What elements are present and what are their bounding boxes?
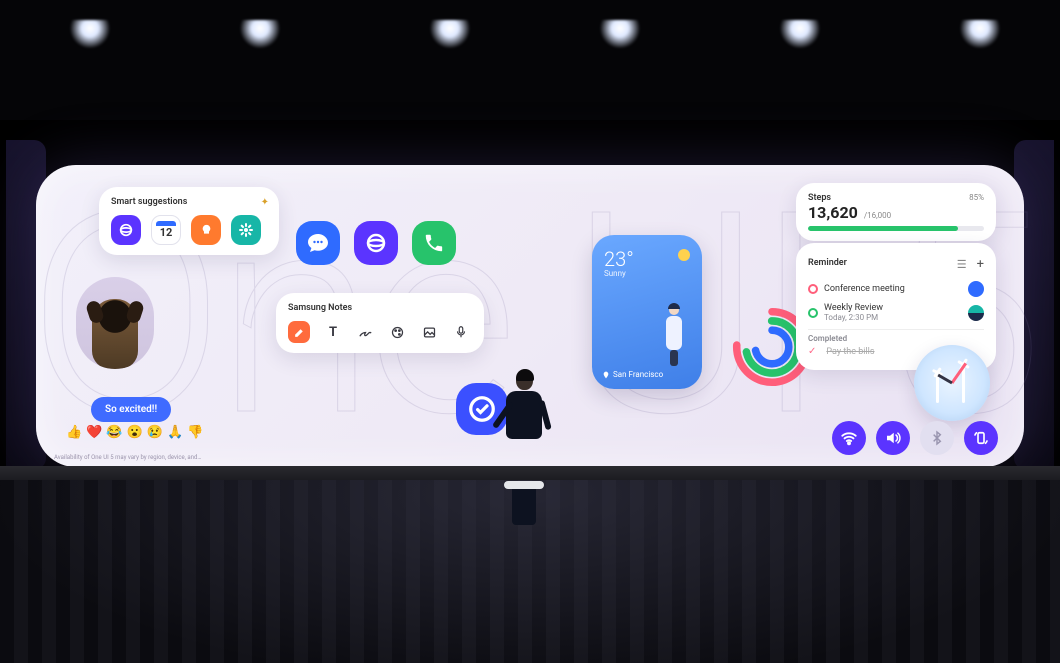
check-icon: ✓ [808,346,816,357]
contact-photo[interactable] [76,277,154,369]
sound-toggle[interactable] [876,421,910,455]
category-dot-icon [968,305,984,321]
quick-settings-row [832,421,998,455]
steps-widget[interactable]: Steps 85% 13,620 /16,000 [796,183,996,241]
sun-icon [678,249,690,261]
clock-hand-hour [937,374,952,385]
pen-tool-icon[interactable] [356,323,374,341]
emoji-wow[interactable]: 😮 [127,425,143,440]
smart-suggestions-widget[interactable]: Smart suggestions ✦ 12 [99,187,279,255]
browser-icon[interactable] [111,215,141,245]
completed-header: Completed [808,334,984,343]
stage-light-icon [960,20,1000,48]
calendar-icon[interactable]: 12 [151,215,181,245]
reminder-item-label: Weekly Review [824,303,883,313]
samsung-notes-title: Samsung Notes [288,303,472,313]
steps-goal: /16,000 [864,211,891,220]
add-reminder-button[interactable]: + [977,257,984,272]
stage-light-icon [70,20,110,48]
reminder-item[interactable]: Weekly Review Today, 2:30 PM [808,300,984,325]
voice-record-icon[interactable] [452,323,470,341]
reminder-item[interactable]: Conference meeting [808,278,984,300]
dog-image [92,299,138,369]
category-dot-icon [968,281,984,297]
stage-light-icon [780,20,820,48]
emoji-sad[interactable]: 😢 [147,425,163,440]
rotate-toggle[interactable] [964,421,998,455]
weather-temperature: 23° [604,247,690,271]
highlighter-tool-icon[interactable] [288,321,310,343]
settings-flower-icon[interactable] [231,215,261,245]
wind-turbine-icon [936,375,939,403]
image-insert-icon[interactable] [420,323,438,341]
disclaimer-text: Availability of One UI 5 may vary by reg… [54,454,201,461]
list-view-icon[interactable]: ☰ [957,258,967,271]
emoji-heart[interactable]: ❤️ [86,425,102,440]
wifi-toggle[interactable] [832,421,866,455]
stage-light-icon [600,20,640,48]
smart-suggestions-title: Smart suggestions [111,197,267,207]
wind-turbine-icon [962,367,965,403]
chat-bubble[interactable]: So excited!! [91,397,171,422]
sparkle-icon: ✦ [261,197,269,208]
weather-location-label: San Francisco [613,370,663,379]
emoji-laugh[interactable]: 😂 [106,425,122,440]
samsung-notes-widget[interactable]: Samsung Notes T [276,293,484,353]
weather-location: San Francisco [602,370,663,379]
communication-app-row [296,221,456,265]
status-circle-icon [808,308,818,318]
bluetooth-toggle[interactable] [920,421,954,455]
text-tool-icon[interactable]: T [324,323,342,341]
pin-icon [602,371,610,379]
color-palette-icon[interactable] [388,323,406,341]
emoji-thumbs-down[interactable]: 👎 [187,425,203,440]
emoji-reaction-row[interactable]: 👍 ❤️ 😂 😮 😢 🙏 👎 [66,425,203,440]
reminder-completed-label: Pay the bills [826,347,874,357]
phone-app-icon[interactable] [412,221,456,265]
reminder-item-time: Today, 2:30 PM [824,313,883,322]
steps-count: 13,620 [808,203,858,222]
reminder-item-label: Conference meeting [824,284,905,294]
stand-ring-icon [755,330,789,364]
stage-light-icon [240,20,280,48]
divider [808,329,984,330]
steps-percent: 85% [969,193,984,202]
weather-person-illustration [662,305,686,365]
emoji-thumbs-up[interactable]: 👍 [66,425,82,440]
steps-title: Steps [808,193,984,203]
messages-app-icon[interactable] [296,221,340,265]
steps-progress-bar [808,226,984,231]
emoji-pray[interactable]: 🙏 [167,425,183,440]
presenter-person [494,370,554,494]
watch-face[interactable] [914,345,990,421]
status-circle-icon [808,284,818,294]
tips-bulb-icon[interactable] [191,215,221,245]
stage-light-icon [430,20,470,48]
venue-ceiling [0,0,1060,120]
reminder-title: Reminder [808,258,847,268]
weather-widget[interactable]: 23° Sunny San Francisco [592,235,702,389]
weather-condition: Sunny [604,269,690,278]
internet-app-icon[interactable] [354,221,398,265]
